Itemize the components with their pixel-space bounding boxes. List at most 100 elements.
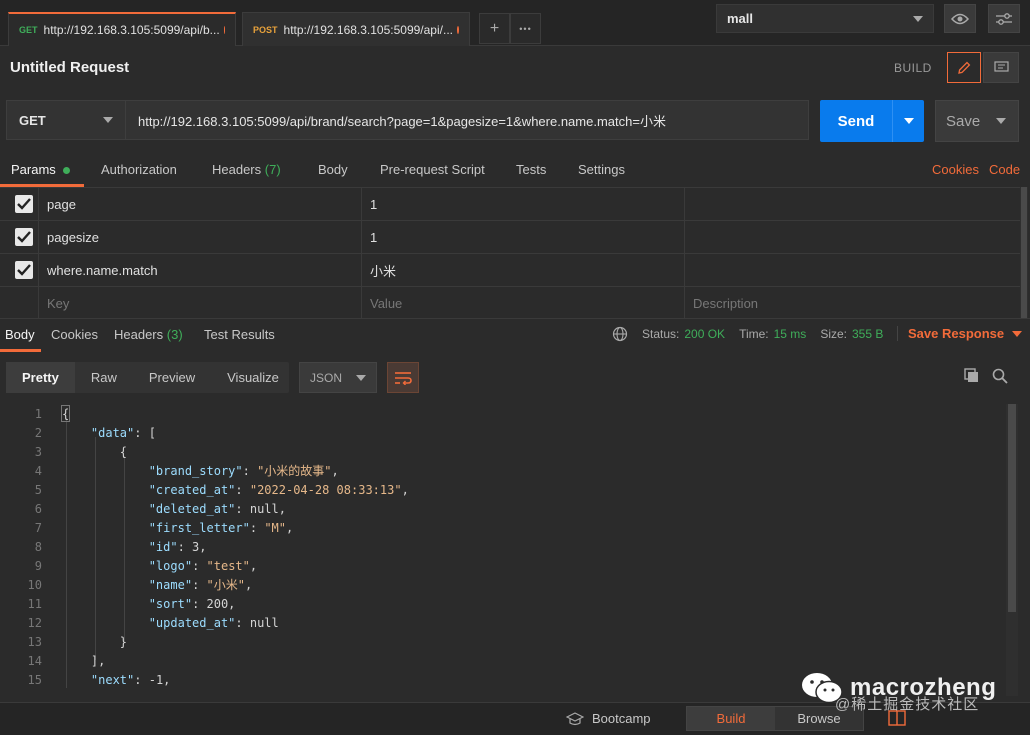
- view-raw-button[interactable]: Raw: [75, 362, 133, 393]
- code-text: "name": "小米",: [148, 578, 253, 592]
- code-text: "updated_at": null: [148, 615, 279, 630]
- param-value-input[interactable]: Value: [361, 287, 684, 319]
- param-key-input[interactable]: Key: [38, 287, 361, 319]
- format-select[interactable]: JSON: [299, 362, 377, 393]
- param-description[interactable]: [684, 254, 1020, 286]
- code-line: 14 ],: [0, 651, 1004, 670]
- line-number: 2: [34, 425, 42, 440]
- params-table: page 1 pagesize 1 where.name.match 小米 Ke…: [0, 187, 1020, 319]
- tab-settings[interactable]: Settings: [578, 162, 625, 177]
- bootcamp-button[interactable]: Bootcamp: [566, 711, 651, 726]
- tab-prerequest-script[interactable]: Pre-request Script: [380, 162, 485, 177]
- check-icon: [17, 264, 31, 276]
- code-text: "logo": "test",: [148, 558, 258, 573]
- save-response-button[interactable]: Save Response: [897, 326, 1023, 341]
- response-scroll-thumb[interactable]: [1008, 404, 1016, 612]
- copy-button[interactable]: [963, 367, 981, 388]
- param-checkbox[interactable]: [15, 228, 33, 246]
- new-tab-button[interactable]: +: [479, 13, 510, 44]
- send-label: Send: [837, 112, 875, 130]
- request-tab-get[interactable]: GET http://192.168.3.105:5099/api/b...: [8, 12, 236, 46]
- line-number: 4: [34, 463, 42, 478]
- param-checkbox[interactable]: [15, 261, 33, 279]
- save-button[interactable]: Save: [935, 100, 1019, 142]
- tab-body[interactable]: Body: [318, 162, 348, 177]
- code-link[interactable]: Code: [989, 162, 1020, 177]
- cookies-link[interactable]: Cookies: [932, 162, 979, 177]
- response-tab-body[interactable]: Body: [5, 327, 35, 342]
- tab-tests[interactable]: Tests: [516, 162, 546, 177]
- param-value[interactable]: 小米: [361, 254, 684, 286]
- tab-method: GET: [19, 25, 38, 35]
- param-value[interactable]: 1: [361, 188, 684, 220]
- chevron-down-icon: [103, 117, 113, 123]
- code-text: "deleted_at": null,: [148, 501, 286, 516]
- copy-icon: [964, 368, 978, 382]
- send-options-button[interactable]: [893, 118, 924, 124]
- chevron-down-icon: [903, 118, 914, 124]
- line-number: 10: [27, 577, 42, 592]
- request-tab-post[interactable]: POST http://192.168.3.105:5099/api/...: [242, 12, 470, 46]
- tab-options-button[interactable]: •••: [510, 13, 541, 44]
- tab-headers-label: Headers: [212, 162, 262, 177]
- check-icon: [17, 231, 31, 243]
- time-value[interactable]: 15 ms: [774, 327, 807, 341]
- graduation-cap-icon: [566, 711, 584, 725]
- response-tab-headers[interactable]: Headers (3): [114, 327, 183, 342]
- manage-environments-button[interactable]: [988, 4, 1020, 33]
- globe-icon[interactable]: [612, 326, 628, 342]
- send-button[interactable]: Send: [820, 100, 924, 142]
- view-preview-button[interactable]: Preview: [133, 362, 211, 393]
- url-input[interactable]: http://192.168.3.105:5099/api/brand/sear…: [126, 100, 809, 140]
- param-description[interactable]: [684, 221, 1020, 253]
- response-headers-count: (3): [166, 327, 183, 342]
- comments-button[interactable]: [983, 52, 1019, 83]
- active-tab-indicator: [0, 349, 41, 352]
- wrap-lines-button[interactable]: [387, 362, 419, 393]
- tab-params[interactable]: Params: [11, 162, 71, 177]
- params-scroll-thumb[interactable]: [1021, 187, 1027, 318]
- param-value[interactable]: 1: [361, 221, 684, 253]
- method-select[interactable]: GET: [6, 100, 126, 140]
- tab-headers[interactable]: Headers (7): [212, 162, 281, 177]
- tab-url: http://192.168.3.105:5099/api/b...: [43, 23, 220, 37]
- format-label: JSON: [310, 370, 343, 385]
- comment-icon: [993, 61, 1009, 72]
- code-text: }: [62, 634, 128, 649]
- environment-select[interactable]: mall: [716, 4, 934, 33]
- response-tab-cookies[interactable]: Cookies: [51, 327, 98, 342]
- code-line: 5 "created_at": "2022-04-28 08:33:13",: [0, 480, 1004, 499]
- environment-quick-look-button[interactable]: [944, 4, 976, 33]
- view-pretty-button[interactable]: Pretty: [6, 362, 75, 393]
- tab-authorization[interactable]: Authorization: [101, 162, 177, 177]
- param-key[interactable]: page: [38, 188, 361, 220]
- wrap-icon: [395, 371, 412, 385]
- params-scrollbar[interactable]: [1020, 187, 1028, 318]
- code-text: "created_at": "2022-04-28 08:33:13",: [148, 482, 409, 497]
- more-icon: •••: [519, 23, 532, 34]
- edit-button[interactable]: [947, 52, 981, 83]
- line-number: 5: [34, 482, 42, 497]
- search-button[interactable]: [991, 367, 1009, 388]
- status-value[interactable]: 200 OK: [684, 327, 725, 341]
- param-key[interactable]: pagesize: [38, 221, 361, 253]
- param-description[interactable]: [684, 188, 1020, 220]
- request-title[interactable]: Untitled Request: [10, 59, 129, 76]
- response-tab-test-results[interactable]: Test Results: [204, 327, 275, 342]
- view-visualize-button[interactable]: Visualize: [211, 362, 295, 393]
- param-key[interactable]: where.name.match: [38, 254, 361, 286]
- code-text: "sort": 200,: [148, 596, 236, 611]
- param-description-input[interactable]: Description: [684, 287, 1020, 319]
- code-text: {: [62, 444, 128, 459]
- size-value[interactable]: 355 B: [852, 327, 883, 341]
- param-checkbox[interactable]: [15, 195, 33, 213]
- chevron-down-icon: [913, 15, 923, 22]
- line-number: 7: [34, 520, 42, 535]
- chevron-down-icon[interactable]: [996, 118, 1006, 124]
- build-mode-button[interactable]: Build: [687, 707, 775, 730]
- line-number: 14: [27, 653, 42, 668]
- response-body-viewer[interactable]: 1{ 2 "data": [ 3 { 4 "brand_story": "小米的…: [0, 404, 1004, 696]
- view-mode-switcher: Pretty Raw Preview Visualize: [6, 362, 289, 393]
- divider: [0, 318, 1030, 319]
- code-line: 6 "deleted_at": null,: [0, 499, 1004, 518]
